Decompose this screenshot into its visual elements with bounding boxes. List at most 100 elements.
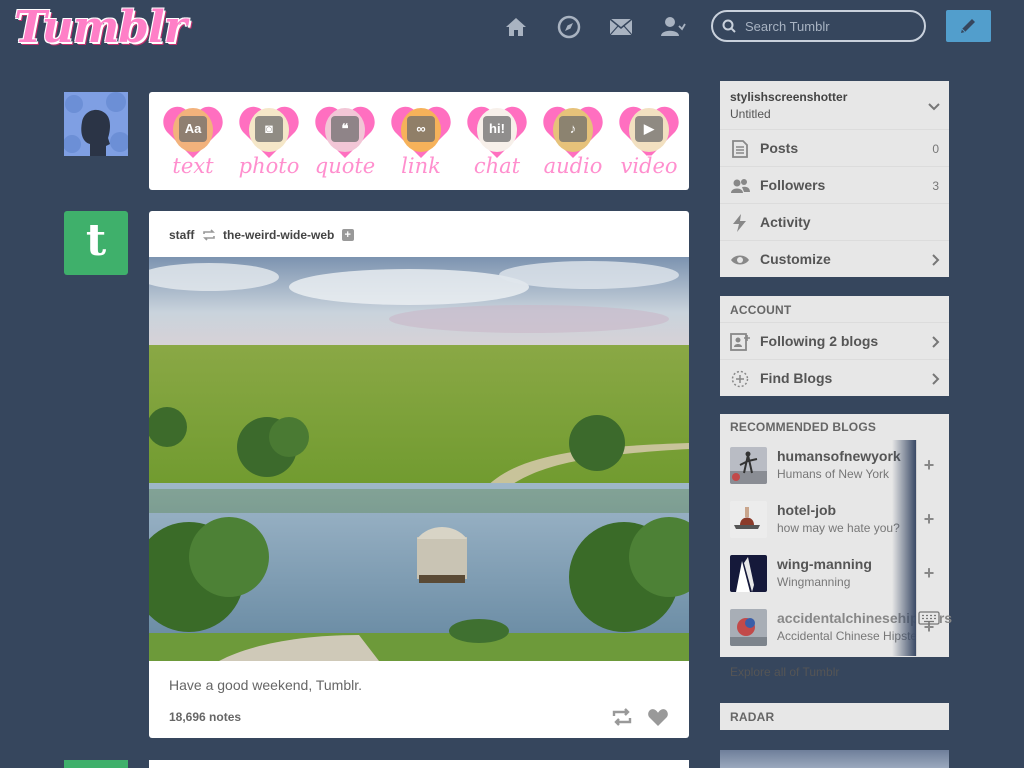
sidebar-row-label: Following 2 blogs bbox=[760, 333, 879, 349]
plus-icon: + bbox=[923, 563, 935, 583]
post-type-text-button[interactable]: Aa text bbox=[155, 98, 231, 184]
sidebar-row-label: Followers bbox=[760, 177, 826, 193]
blog-description: Wingmanning bbox=[777, 575, 851, 589]
chevron-down-icon[interactable] bbox=[928, 103, 940, 111]
sidebar-row-label: Find Blogs bbox=[760, 370, 833, 386]
blog-name[interactable]: stylishscreenshotter bbox=[730, 90, 847, 104]
keyboard-shortcuts-icon[interactable] bbox=[918, 611, 940, 625]
post-type-quote-icon: ❝ bbox=[331, 116, 359, 142]
post-type-bar: Aa text ◙ photo ❝ quote ∞ link hi! chat ♪ audio ▶ vid… bbox=[149, 92, 689, 190]
reblog-icon[interactable] bbox=[611, 707, 633, 727]
post-type-audio-icon: ♪ bbox=[559, 116, 587, 142]
user-avatar[interactable] bbox=[64, 92, 128, 156]
fade-overlay bbox=[892, 494, 916, 548]
follow-blog-button[interactable]: + bbox=[916, 548, 940, 602]
chevron-right-icon bbox=[932, 254, 940, 266]
follow-blog-button[interactable]: + bbox=[916, 440, 940, 494]
blog-description: how may we hate you? bbox=[777, 521, 900, 535]
post-type-label: audio bbox=[543, 154, 603, 178]
default-avatar-silhouette bbox=[64, 92, 128, 156]
home-icon[interactable] bbox=[503, 14, 529, 40]
tumblr-logo[interactable]: Tumblr bbox=[14, 0, 187, 58]
post-type-video-icon: ▶ bbox=[635, 116, 663, 142]
post-type-chat-button[interactable]: hi! chat bbox=[459, 98, 535, 184]
post-type-link-icon: ∞ bbox=[407, 116, 435, 142]
post-type-audio-button[interactable]: ♪ audio bbox=[535, 98, 611, 184]
recommended-section-title: RECOMMENDED BLOGS bbox=[730, 420, 877, 434]
plus-icon: + bbox=[923, 455, 935, 475]
recommended-blog-item[interactable]: wing-manning Wingmanning + bbox=[720, 548, 949, 602]
sidebar-row-customize[interactable]: Customize bbox=[720, 240, 949, 277]
blog-menu: stylishscreenshotter Untitled Posts 0 Fo… bbox=[720, 81, 949, 277]
sidebar-row-find-blogs[interactable]: Find Blogs bbox=[720, 359, 949, 396]
reblog-indicator-icon bbox=[202, 229, 215, 241]
blog-avatar bbox=[730, 555, 767, 592]
account-person-icon[interactable] bbox=[660, 14, 686, 40]
find-blogs-icon bbox=[731, 370, 749, 388]
post-type-photo-button[interactable]: ◙ photo bbox=[231, 98, 307, 184]
post-type-link-button[interactable]: ∞ link bbox=[383, 98, 459, 184]
sidebar-row-posts[interactable]: Posts 0 bbox=[720, 129, 949, 166]
fade-overlay bbox=[892, 548, 916, 602]
post-type-photo-icon: ◙ bbox=[255, 116, 283, 142]
radar-section: RADAR bbox=[720, 703, 949, 730]
sidebar-row-label: Posts bbox=[760, 140, 799, 156]
blog-name: wing-manning bbox=[777, 556, 872, 572]
radar-title: RADAR bbox=[730, 710, 775, 724]
blog-name: hotel-job bbox=[777, 502, 837, 518]
activity-bolt-icon bbox=[733, 214, 746, 232]
radar-post-preview[interactable] bbox=[720, 750, 949, 768]
blog-title: Untitled bbox=[730, 107, 771, 121]
post-type-text-icon: Aa bbox=[179, 116, 207, 142]
search-box[interactable] bbox=[711, 10, 926, 42]
follow-plus-icon[interactable]: + bbox=[341, 228, 354, 241]
pencil-icon bbox=[961, 19, 975, 33]
post-type-quote-button[interactable]: ❝ quote bbox=[307, 98, 383, 184]
blog-avatar bbox=[730, 501, 767, 538]
blog-avatar bbox=[730, 609, 767, 646]
post-header: staff the-weird-wide-web + bbox=[169, 227, 354, 243]
recommended-blog-item[interactable]: accidentalchinesehipsters Accidental Chi… bbox=[720, 602, 952, 656]
fade-overlay bbox=[892, 440, 916, 494]
blog-name: humansofnewyork bbox=[777, 448, 901, 464]
blog-description: Humans of New York bbox=[777, 467, 890, 481]
post-type-chat-icon: hi! bbox=[483, 116, 511, 142]
sidebar-row-following[interactable]: Following 2 blogs bbox=[720, 322, 949, 359]
account-menu: ACCOUNT Following 2 blogs Find Blogs bbox=[720, 296, 949, 396]
chevron-right-icon bbox=[932, 373, 940, 385]
posts-icon bbox=[732, 140, 748, 158]
sidebar-row-label: Customize bbox=[760, 251, 831, 267]
post-caption: Have a good weekend, Tumblr. bbox=[169, 677, 363, 693]
post-type-label: video bbox=[620, 154, 678, 178]
followers-icon bbox=[731, 179, 750, 193]
blog-avatar bbox=[730, 447, 767, 484]
recommended-blog-item[interactable]: humansofnewyork Humans of New York + bbox=[720, 440, 949, 494]
sidebar-row-activity[interactable]: Activity bbox=[720, 203, 949, 240]
recommended-blog-item[interactable]: hotel-job how may we hate you? + bbox=[720, 494, 949, 548]
sidebar-row-label: Activity bbox=[760, 214, 811, 230]
explore-compass-icon[interactable] bbox=[556, 14, 582, 40]
follow-blog-button[interactable]: + bbox=[916, 494, 940, 548]
post-type-label: link bbox=[401, 154, 441, 178]
post-type-video-button[interactable]: ▶ video bbox=[611, 98, 687, 184]
staff-avatar[interactable]: t bbox=[64, 211, 128, 275]
reblogged-from[interactable]: the-weird-wide-web bbox=[223, 228, 334, 242]
post-notes-count[interactable]: 18,696 notes bbox=[169, 710, 241, 724]
next-post-avatar[interactable] bbox=[64, 760, 128, 768]
post-author[interactable]: staff bbox=[169, 228, 194, 242]
post-type-label: text bbox=[172, 154, 214, 178]
like-heart-icon[interactable] bbox=[647, 707, 669, 727]
sidebar-row-count: 3 bbox=[932, 179, 939, 193]
inbox-mail-icon[interactable] bbox=[608, 14, 634, 40]
post-type-label: chat bbox=[473, 154, 521, 178]
search-input[interactable] bbox=[745, 16, 915, 36]
customize-eye-icon bbox=[731, 255, 749, 265]
account-section-title: ACCOUNT bbox=[730, 303, 792, 317]
fade-overlay bbox=[892, 602, 916, 656]
post-image-landscape[interactable] bbox=[149, 257, 689, 661]
post-type-label: photo bbox=[238, 154, 300, 178]
explore-link[interactable]: Explore all of Tumblr bbox=[730, 665, 839, 679]
compose-post-button[interactable] bbox=[946, 10, 991, 42]
search-icon bbox=[722, 19, 736, 33]
sidebar-row-followers[interactable]: Followers 3 bbox=[720, 166, 949, 203]
